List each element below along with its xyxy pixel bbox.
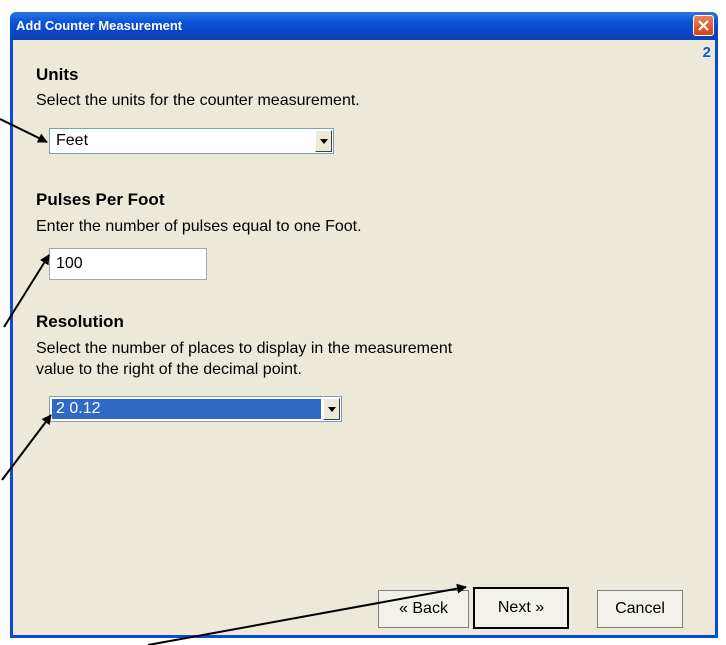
pulses-per-foot-input[interactable]: 100	[49, 248, 207, 280]
pulses-heading: Pulses Per Foot	[36, 190, 165, 209]
units-description: Select the units for the counter measure…	[36, 92, 360, 109]
next-button[interactable]: Next »	[473, 587, 569, 629]
add-counter-measurement-dialog: Add Counter Measurement 2 Units Select t…	[0, 0, 726, 645]
dialog-body: 2 Units Select the units for the counter…	[10, 40, 718, 638]
close-icon	[698, 20, 709, 31]
resolution-description-line1: Select the number of places to display i…	[36, 340, 453, 357]
cancel-button[interactable]: Cancel	[597, 590, 683, 628]
chevron-down-icon[interactable]	[323, 398, 340, 420]
pulses-value: 100	[56, 255, 83, 272]
units-selected-value: Feet	[56, 132, 89, 149]
back-button[interactable]: « Back	[378, 590, 469, 628]
title-bar[interactable]: Add Counter Measurement	[10, 12, 718, 40]
resolution-selected-value: 2 0.12	[52, 399, 321, 419]
close-button[interactable]	[693, 15, 714, 36]
window-title: Add Counter Measurement	[16, 18, 183, 33]
resolution-description-line2: value to the right of the decimal point.	[36, 361, 302, 378]
pulses-description: Enter the number of pulses equal to one …	[36, 218, 362, 235]
resolution-heading: Resolution	[36, 312, 124, 331]
chevron-down-icon[interactable]	[315, 130, 332, 152]
units-heading: Units	[36, 65, 79, 84]
units-dropdown[interactable]: Feet	[49, 128, 334, 154]
step-number: 2	[702, 44, 711, 61]
resolution-dropdown[interactable]: 2 0.12	[49, 396, 342, 422]
